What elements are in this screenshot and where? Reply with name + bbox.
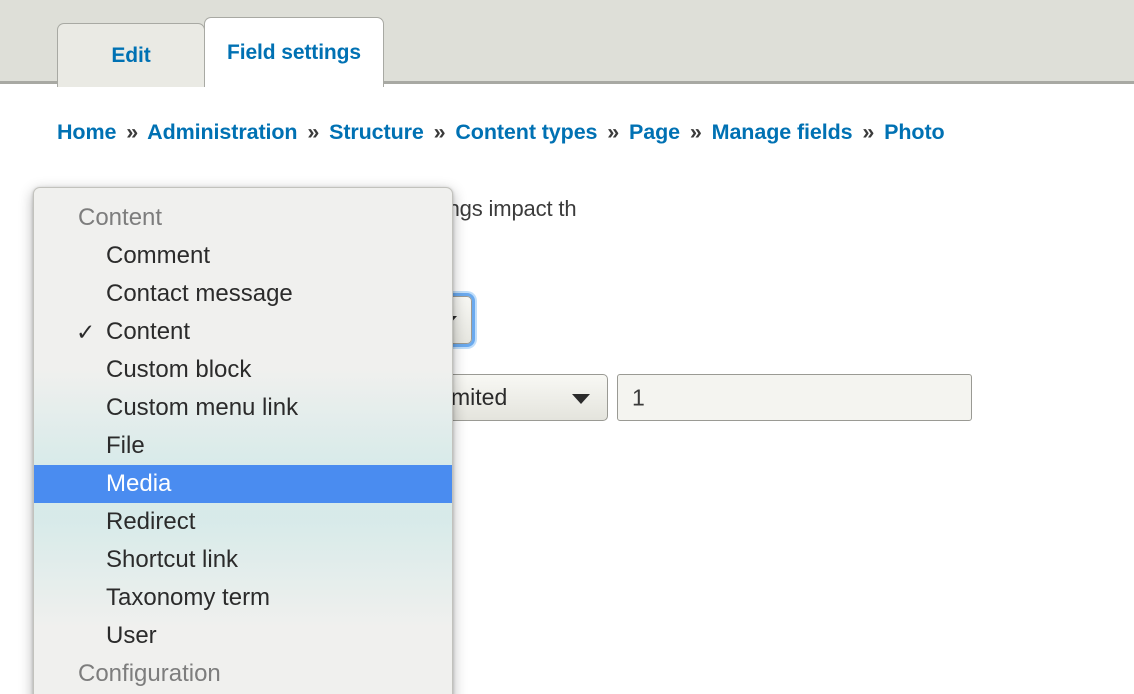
menu-item-label: Redirect: [106, 508, 196, 535]
tab-edit-label: Edit: [111, 43, 151, 67]
field-type-select-popup[interactable]: Content Comment Contact message ✓ Content Cus…: [33, 187, 453, 694]
breadcrumb-separator: »: [126, 120, 139, 144]
menu-item-list: Content Comment Contact message ✓ Content Cus…: [34, 188, 452, 693]
menu-item-label: Contact message: [106, 280, 293, 307]
cardinality-number-input[interactable]: 1: [617, 374, 972, 421]
menu-item-content[interactable]: ✓ Content: [34, 313, 452, 351]
menu-item-label: Custom menu link: [106, 394, 299, 421]
tab-field-settings-label: Field settings: [227, 40, 361, 64]
menu-item-label: File: [106, 432, 145, 459]
menu-item-label: User: [106, 622, 157, 649]
breadcrumb-separator: »: [307, 120, 320, 144]
menu-item-label: Comment: [106, 242, 211, 269]
menu-item-label: Configuration: [78, 660, 221, 687]
tab-edit[interactable]: Edit: [57, 23, 205, 87]
menu-item-custom-menu-link[interactable]: Custom menu link: [34, 389, 452, 427]
tab-list: Edit Field settings: [57, 17, 384, 91]
breadcrumb: Home » Administration » Structure » Cont…: [57, 120, 945, 145]
menu-item-label: Content: [106, 318, 191, 345]
menu-item-taxonomy-term[interactable]: Taxonomy term: [34, 579, 452, 617]
breadcrumb-item-page[interactable]: Page: [629, 120, 680, 144]
menu-item-contact-message[interactable]: Contact message: [34, 275, 452, 313]
menu-item-file[interactable]: File: [34, 427, 452, 465]
menu-item-label: Media: [106, 470, 172, 497]
menu-item-shortcut-link[interactable]: Shortcut link: [34, 541, 452, 579]
menu-item-label: Shortcut link: [106, 546, 239, 573]
check-icon: ✓: [76, 319, 96, 345]
menu-item-user[interactable]: User: [34, 617, 452, 655]
breadcrumb-item-home[interactable]: Home: [57, 120, 116, 144]
breadcrumb-item-photo[interactable]: Photo: [884, 120, 945, 144]
cardinality-number-value: 1: [632, 384, 645, 410]
menu-item-comment[interactable]: Comment: [34, 237, 452, 275]
menu-item-label: Custom block: [106, 356, 252, 383]
cardinality-limit-select[interactable]: mited: [436, 374, 608, 421]
menu-item-media[interactable]: Media: [34, 465, 452, 503]
menu-item-redirect[interactable]: Redirect: [34, 503, 452, 541]
menu-group-label: Configuration: [34, 655, 452, 693]
breadcrumb-separator: »: [862, 120, 875, 144]
triangle-down-icon: [572, 393, 590, 404]
menu-group-label: Content: [34, 199, 452, 237]
breadcrumb-separator: »: [689, 120, 702, 144]
menu-item-label: Content: [78, 204, 163, 231]
breadcrumb-separator: »: [433, 120, 446, 144]
tab-field-settings[interactable]: Field settings: [204, 17, 384, 91]
breadcrumb-item-administration[interactable]: Administration: [147, 120, 297, 144]
menu-item-custom-block[interactable]: Custom block: [34, 351, 452, 389]
breadcrumb-item-structure[interactable]: Structure: [329, 120, 424, 144]
breadcrumb-item-manage-fields[interactable]: Manage fields: [712, 120, 853, 144]
menu-item-label: Taxonomy term: [106, 584, 271, 611]
breadcrumb-separator: »: [607, 120, 620, 144]
breadcrumb-item-content-types[interactable]: Content types: [455, 120, 597, 144]
tab-strip: Edit Field settings: [0, 0, 1134, 91]
